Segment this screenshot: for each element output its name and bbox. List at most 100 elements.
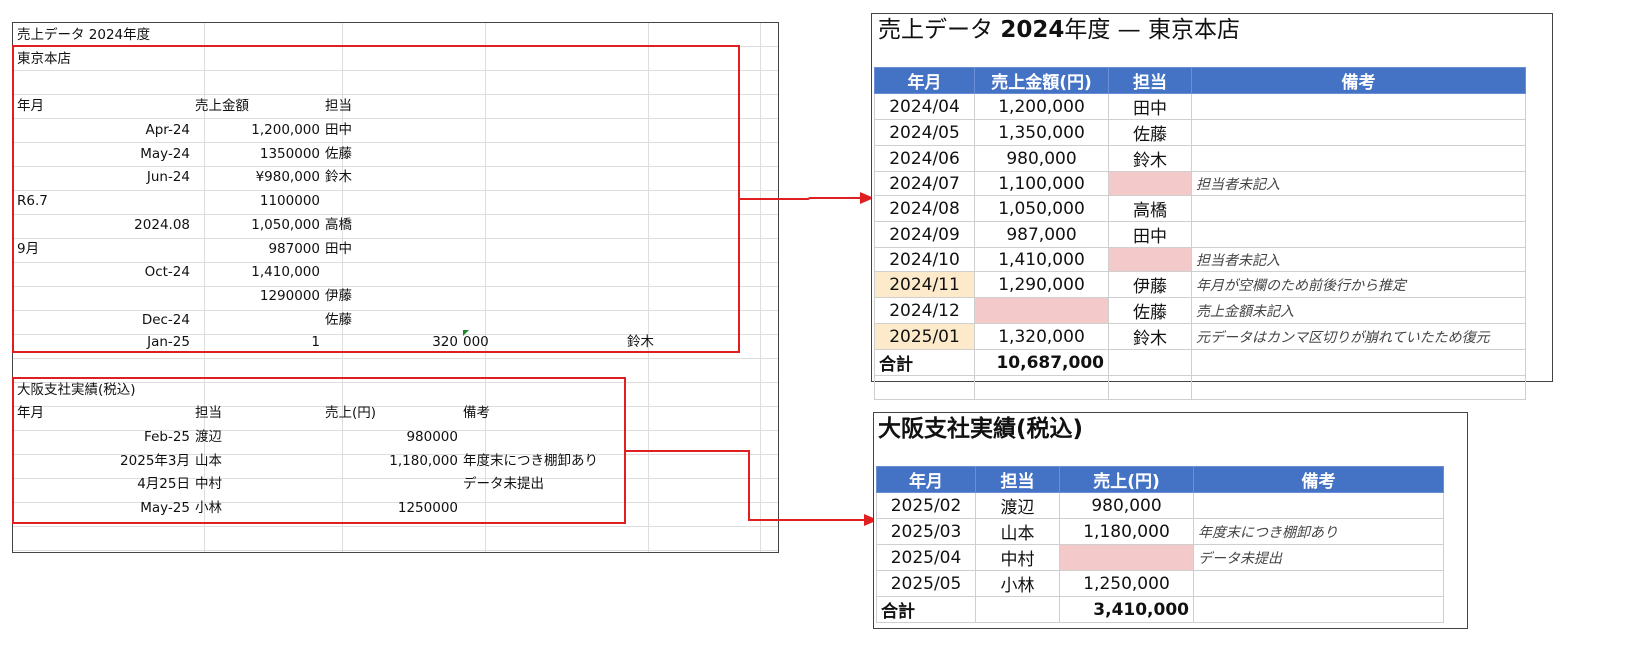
amount-cell[interactable]: 1,050,000 <box>974 195 1109 222</box>
month-cell[interactable]: 2024/04 <box>874 93 975 120</box>
month-cell[interactable]: 2024/05 <box>874 119 975 146</box>
person-cell[interactable]: 中村 <box>975 544 1060 571</box>
arrow-osaka-icon <box>626 450 878 526</box>
tokyo-clean-title[interactable]: 売上データ 2024年度 — 東京本店 <box>878 14 1240 46</box>
empty-cell[interactable] <box>1191 349 1526 376</box>
person-cell[interactable]: 渡辺 <box>975 492 1060 519</box>
osaka-selection-box <box>12 377 626 524</box>
tokyo-th-month[interactable]: 年月 <box>874 67 975 94</box>
osaka-th-person[interactable]: 担当 <box>975 466 1060 493</box>
tokyo-title-suffix: 年度 — 東京本店 <box>1064 17 1240 43</box>
table-row: 2025/05 小林 1,250,000 <box>876 570 1444 597</box>
table-row: 2024/09 987,000 田中 <box>874 221 1526 248</box>
table-row: 2024/10 1,410,000 担当者未記入 <box>874 247 1526 272</box>
amount-cell[interactable]: 1,180,000 <box>1059 518 1194 545</box>
person-cell[interactable]: 小林 <box>975 570 1060 597</box>
table-row: 2025/01 1,320,000 鈴木 元データはカンマ区切りが崩れていたため復元 <box>874 323 1526 350</box>
table-row: 2024/07 1,100,000 担当者未記入 <box>874 171 1526 196</box>
note-cell[interactable]: 担当者未記入 <box>1191 247 1526 272</box>
table-row: 2024/08 1,050,000 高橋 <box>874 195 1526 222</box>
note-cell[interactable] <box>1193 570 1444 597</box>
person-cell[interactable]: 佐藤 <box>1108 297 1192 324</box>
amount-cell[interactable]: 987,000 <box>974 221 1109 248</box>
note-cell[interactable] <box>1191 195 1526 222</box>
month-cell[interactable]: 2024/08 <box>874 195 975 222</box>
osaka-th-month[interactable]: 年月 <box>876 466 976 493</box>
amount-cell[interactable]: 1,100,000 <box>974 171 1109 196</box>
table-row: 2025/02 渡辺 980,000 <box>876 492 1444 519</box>
month-cell[interactable]: 2025/03 <box>876 518 976 545</box>
note-cell[interactable]: 売上金額未記入 <box>1191 297 1526 324</box>
amount-cell[interactable]: 1,410,000 <box>974 247 1109 272</box>
person-cell[interactable]: 山本 <box>975 518 1060 545</box>
amount-cell[interactable]: 1,290,000 <box>974 271 1109 298</box>
table-row: 2024/05 1,350,000 佐藤 <box>874 119 1526 146</box>
empty-cell[interactable] <box>1191 375 1526 400</box>
amount-cell[interactable]: 980,000 <box>1059 492 1194 519</box>
person-cell[interactable]: 鈴木 <box>1108 323 1192 350</box>
total-row: 合計 10,687,000 <box>874 349 1526 376</box>
empty-cell[interactable] <box>975 596 1060 623</box>
month-cell[interactable]: 2024/10 <box>874 247 975 272</box>
table-row: 2024/04 1,200,000 田中 <box>874 93 1526 120</box>
total-value[interactable]: 3,410,000 <box>1059 596 1194 623</box>
amount-cell[interactable]: 1,200,000 <box>974 93 1109 120</box>
month-cell[interactable]: 2025/01 <box>874 323 975 350</box>
person-cell[interactable]: 田中 <box>1108 93 1192 120</box>
osaka-th-note[interactable]: 備考 <box>1193 466 1444 493</box>
month-cell[interactable]: 2024/12 <box>874 297 975 324</box>
empty-cell[interactable] <box>1108 375 1192 400</box>
total-label[interactable]: 合計 <box>874 349 975 376</box>
month-cell[interactable]: 2024/07 <box>874 171 975 196</box>
month-cell[interactable]: 2025/02 <box>876 492 976 519</box>
person-cell[interactable]: 佐藤 <box>1108 119 1192 146</box>
amount-cell[interactable]: 1,320,000 <box>974 323 1109 350</box>
month-cell[interactable]: 2025/05 <box>876 570 976 597</box>
empty-cell[interactable] <box>874 375 975 400</box>
month-cell[interactable]: 2025/04 <box>876 544 976 571</box>
note-cell[interactable]: 担当者未記入 <box>1191 171 1526 196</box>
note-cell[interactable] <box>1191 93 1526 120</box>
table-row: 2025/04 中村 データ未提出 <box>876 544 1444 571</box>
amount-cell[interactable]: 1,350,000 <box>974 119 1109 146</box>
table-row: 2024/11 1,290,000 伊藤 年月が空欄のため前後行から推定 <box>874 271 1526 298</box>
note-cell[interactable] <box>1191 221 1526 248</box>
amount-cell[interactable] <box>974 297 1109 324</box>
person-cell[interactable]: 鈴木 <box>1108 145 1192 172</box>
tokyo-clean-panel: 売上データ 2024年度 — 東京本店 年月 売上金額(円) 担当 備考 202… <box>871 13 1553 400</box>
note-cell[interactable]: 年月が空欄のため前後行から推定 <box>1191 271 1526 298</box>
tokyo-th-person[interactable]: 担当 <box>1108 67 1192 94</box>
person-cell[interactable] <box>1108 171 1192 196</box>
person-cell[interactable]: 田中 <box>1108 221 1192 248</box>
amount-cell[interactable] <box>1059 544 1194 571</box>
person-cell[interactable] <box>1108 247 1192 272</box>
osaka-clean-panel: 大阪支社実績(税込) 年月 担当 売上(円) 備考 2025/02 渡辺 980,0… <box>873 412 1468 629</box>
raw-title[interactable]: 売上データ 2024年度 <box>17 23 150 47</box>
note-cell[interactable] <box>1191 145 1526 172</box>
total-value[interactable]: 10,687,000 <box>974 349 1109 376</box>
month-cell[interactable]: 2024/11 <box>874 271 975 298</box>
note-cell[interactable]: データ未提出 <box>1193 544 1444 571</box>
empty-cell[interactable] <box>1193 596 1444 623</box>
month-cell[interactable]: 2024/06 <box>874 145 975 172</box>
note-cell[interactable]: 元データはカンマ区切りが崩れていたため復元 <box>1191 323 1526 350</box>
month-cell[interactable]: 2024/09 <box>874 221 975 248</box>
total-row: 合計 3,410,000 <box>876 596 1444 623</box>
amount-cell[interactable]: 1,250,000 <box>1059 570 1194 597</box>
empty-cell[interactable] <box>974 375 1109 400</box>
amount-cell[interactable]: 980,000 <box>974 145 1109 172</box>
total-label[interactable]: 合計 <box>876 596 976 623</box>
person-cell[interactable]: 高橋 <box>1108 195 1192 222</box>
osaka-th-amount[interactable]: 売上(円) <box>1059 466 1194 493</box>
note-cell[interactable]: 年度末につき棚卸あり <box>1193 518 1444 545</box>
osaka-clean-title[interactable]: 大阪支社実績(税込) <box>878 413 1083 445</box>
tokyo-clean-table: 年月 売上金額(円) 担当 備考 2024/04 1,200,000 田中 2024/… <box>874 67 1526 400</box>
tokyo-selection-box <box>12 45 740 353</box>
person-cell[interactable]: 伊藤 <box>1108 271 1192 298</box>
note-cell[interactable] <box>1193 492 1444 519</box>
tokyo-th-amount[interactable]: 売上金額(円) <box>974 67 1109 94</box>
note-cell[interactable] <box>1191 119 1526 146</box>
arrow-tokyo-icon <box>740 192 874 204</box>
empty-cell[interactable] <box>1108 349 1192 376</box>
tokyo-th-note[interactable]: 備考 <box>1191 67 1526 94</box>
